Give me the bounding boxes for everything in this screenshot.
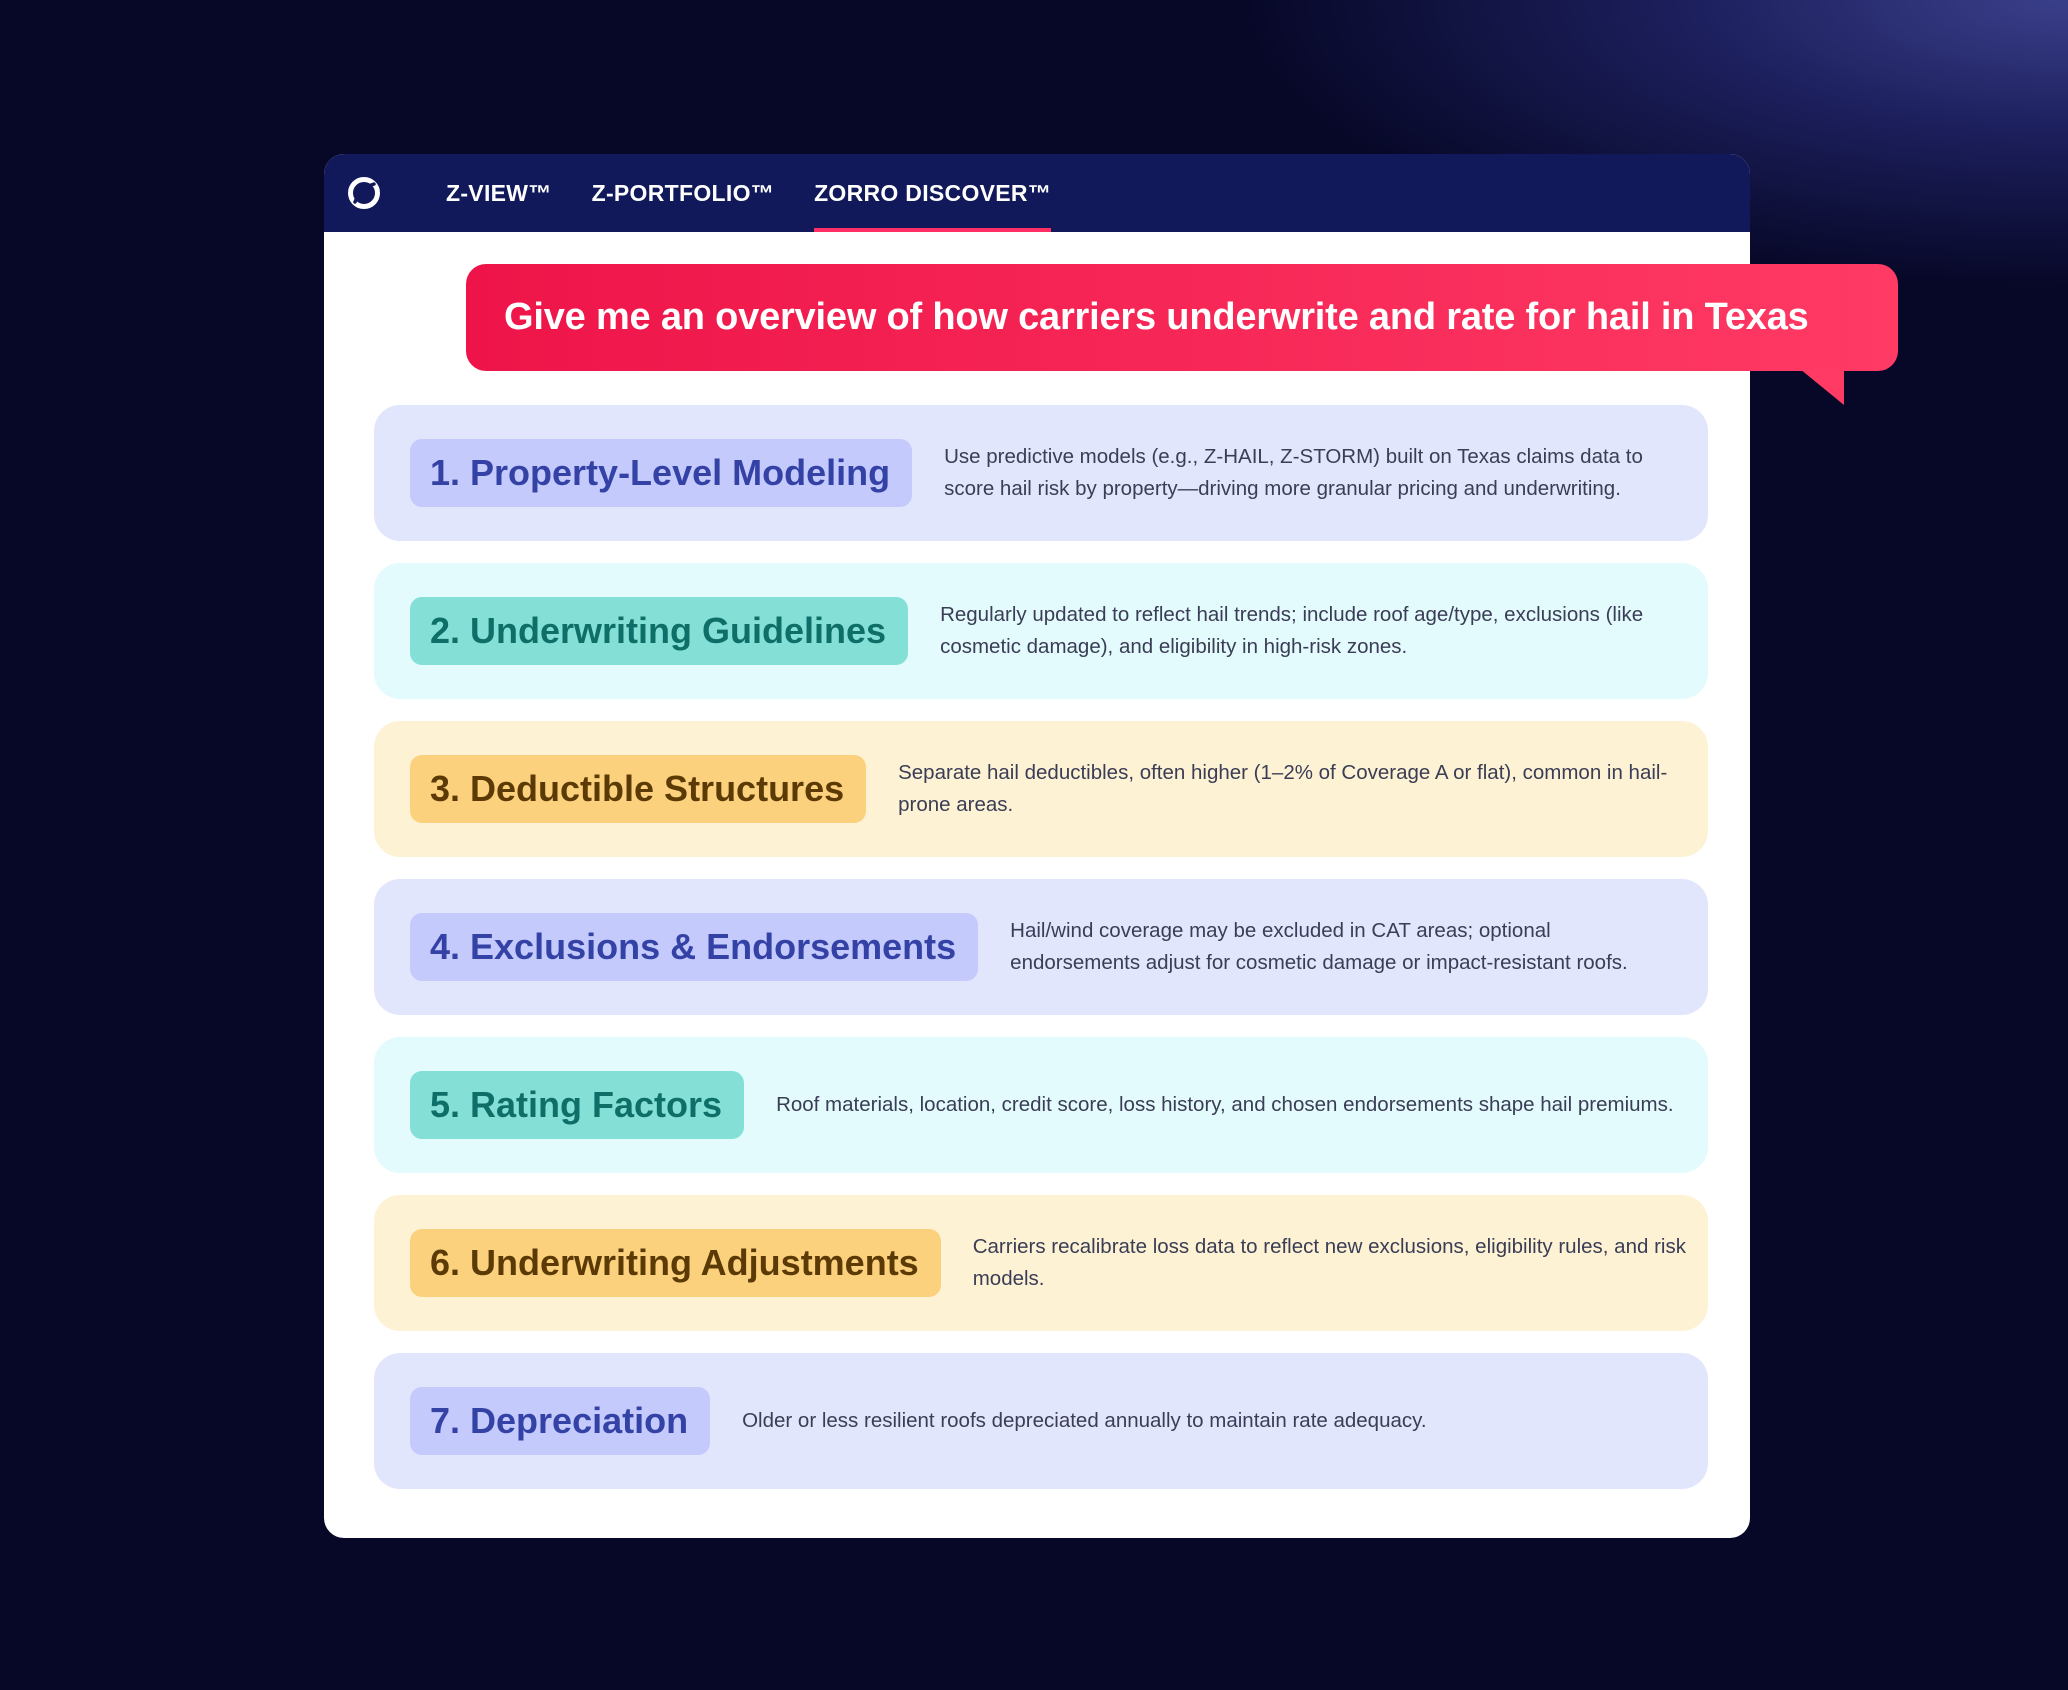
card-exclusions-endorsements: 4. Exclusions & Endorsements Hail/wind c… bbox=[374, 879, 1708, 1015]
card-underwriting-guidelines: 2. Underwriting Guidelines Regularly upd… bbox=[374, 563, 1708, 699]
card-depreciation: 7. Depreciation Older or less resilient … bbox=[374, 1353, 1708, 1489]
card-description: Separate hail deductibles, often higher … bbox=[898, 761, 1668, 816]
prompt-bubble-tail bbox=[1800, 369, 1844, 405]
card-title: 6. Underwriting Adjustments bbox=[410, 1229, 941, 1297]
zorro-logo-icon[interactable] bbox=[344, 173, 384, 213]
card-property-level-modeling: 1. Property-Level Modeling Use predictiv… bbox=[374, 405, 1708, 541]
prompt-bubble: Give me an overview of how carriers unde… bbox=[466, 264, 1898, 371]
tab-z-portfolio[interactable]: Z-PORTFOLIO™ bbox=[592, 154, 774, 232]
top-nav: Z-VIEW™ Z-PORTFOLIO™ ZORRO DISCOVER™ bbox=[324, 154, 1750, 232]
card-title: 2. Underwriting Guidelines bbox=[410, 597, 909, 665]
card-description: Hail/wind coverage may be excluded in CA… bbox=[1010, 919, 1628, 974]
card-description: Carriers recalibrate loss data to reflec… bbox=[972, 1235, 1686, 1290]
overview-list: 1. Property-Level Modeling Use predictiv… bbox=[374, 405, 1708, 1511]
card-title: 5. Rating Factors bbox=[410, 1071, 745, 1139]
card-title: 7. Depreciation bbox=[410, 1387, 711, 1455]
card-description: Older or less resilient roofs depreciate… bbox=[742, 1409, 1427, 1432]
card-rating-factors: 5. Rating Factors Roof materials, locati… bbox=[374, 1037, 1708, 1173]
card-title: 4. Exclusions & Endorsements bbox=[410, 913, 979, 981]
card-description: Use predictive models (e.g., Z-HAIL, Z-S… bbox=[944, 445, 1643, 500]
card-description: Roof materials, location, credit score, … bbox=[776, 1093, 1674, 1116]
card-description: Regularly updated to reflect hail trends… bbox=[940, 603, 1644, 658]
card-title: 1. Property-Level Modeling bbox=[410, 439, 913, 507]
tab-zorro-discover[interactable]: ZORRO DISCOVER™ bbox=[814, 154, 1052, 232]
prompt-text: Give me an overview of how carriers unde… bbox=[504, 296, 1809, 338]
tab-z-view[interactable]: Z-VIEW™ bbox=[446, 154, 552, 232]
card-title: 3. Deductible Structures bbox=[410, 755, 867, 823]
card-deductible-structures: 3. Deductible Structures Separate hail d… bbox=[374, 721, 1708, 857]
card-underwriting-adjustments: 6. Underwriting Adjustments Carriers rec… bbox=[374, 1195, 1708, 1331]
